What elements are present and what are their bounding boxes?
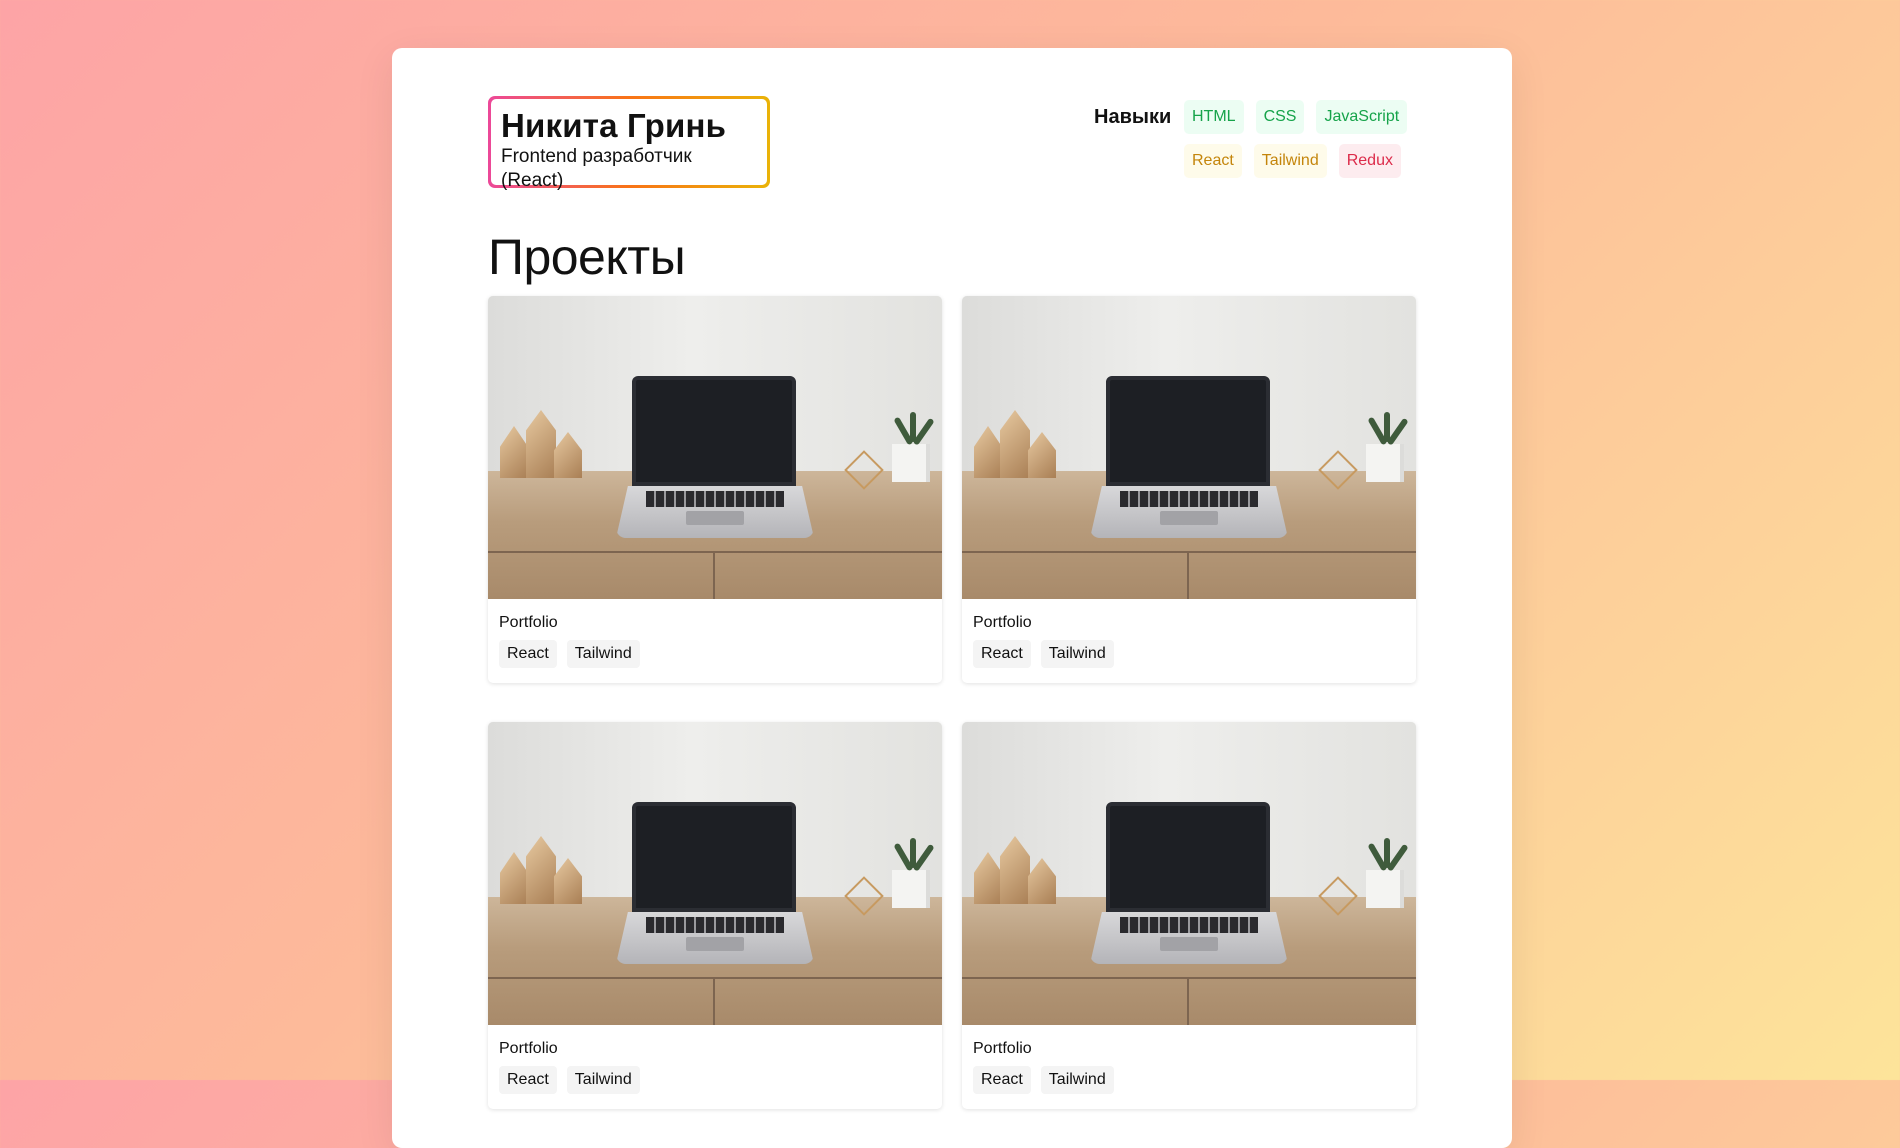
project-tags: React Tailwind xyxy=(499,640,640,668)
project-tag: React xyxy=(499,640,557,668)
skill-chip-tailwind: Tailwind xyxy=(1253,144,1327,178)
project-card[interactable]: Portfolio React Tailwind xyxy=(488,296,942,683)
project-image xyxy=(962,296,1416,599)
project-tags: React Tailwind xyxy=(973,1066,1114,1094)
project-tags: React Tailwind xyxy=(499,1066,640,1094)
project-tag: React xyxy=(499,1066,557,1094)
skills-label: Навыки xyxy=(1094,106,1172,128)
project-title: Portfolio xyxy=(499,614,558,631)
skills-chips: HTML CSS JavaScript React Tailwind Redux xyxy=(1184,100,1424,188)
project-tag: Tailwind xyxy=(1040,640,1114,668)
project-tag: Tailwind xyxy=(1040,1066,1114,1094)
project-title: Portfolio xyxy=(499,1040,558,1057)
author-name: Никита Гринь xyxy=(501,107,727,144)
skill-chip-javascript: JavaScript xyxy=(1316,100,1408,134)
project-tags: React Tailwind xyxy=(973,640,1114,668)
project-tag: React xyxy=(973,1066,1031,1094)
project-image xyxy=(962,722,1416,1025)
skill-chip-css: CSS xyxy=(1255,100,1305,134)
name-card: Никита Гринь Frontend разработчик (React… xyxy=(488,96,770,191)
project-title: Portfolio xyxy=(973,614,1032,631)
project-tag: Tailwind xyxy=(566,640,640,668)
project-card[interactable]: Portfolio React Tailwind xyxy=(962,296,1416,683)
main-panel: Никита Гринь Frontend разработчик (React… xyxy=(392,48,1512,1148)
skill-chip-html: HTML xyxy=(1184,100,1244,134)
project-title: Portfolio xyxy=(973,1040,1032,1057)
skill-chip-redux: Redux xyxy=(1338,144,1401,178)
header: Никита Гринь Frontend разработчик (React… xyxy=(488,96,1418,196)
project-tag: Tailwind xyxy=(566,1066,640,1094)
project-card[interactable]: Portfolio React Tailwind xyxy=(962,722,1416,1109)
skill-chip-react: React xyxy=(1184,144,1242,178)
project-image xyxy=(488,296,942,599)
project-tag: React xyxy=(973,640,1031,668)
author-role: Frontend разработчик (React) xyxy=(501,146,692,191)
project-image xyxy=(488,722,942,1025)
projects-heading: Проекты xyxy=(488,229,686,285)
project-card[interactable]: Portfolio React Tailwind xyxy=(488,722,942,1109)
